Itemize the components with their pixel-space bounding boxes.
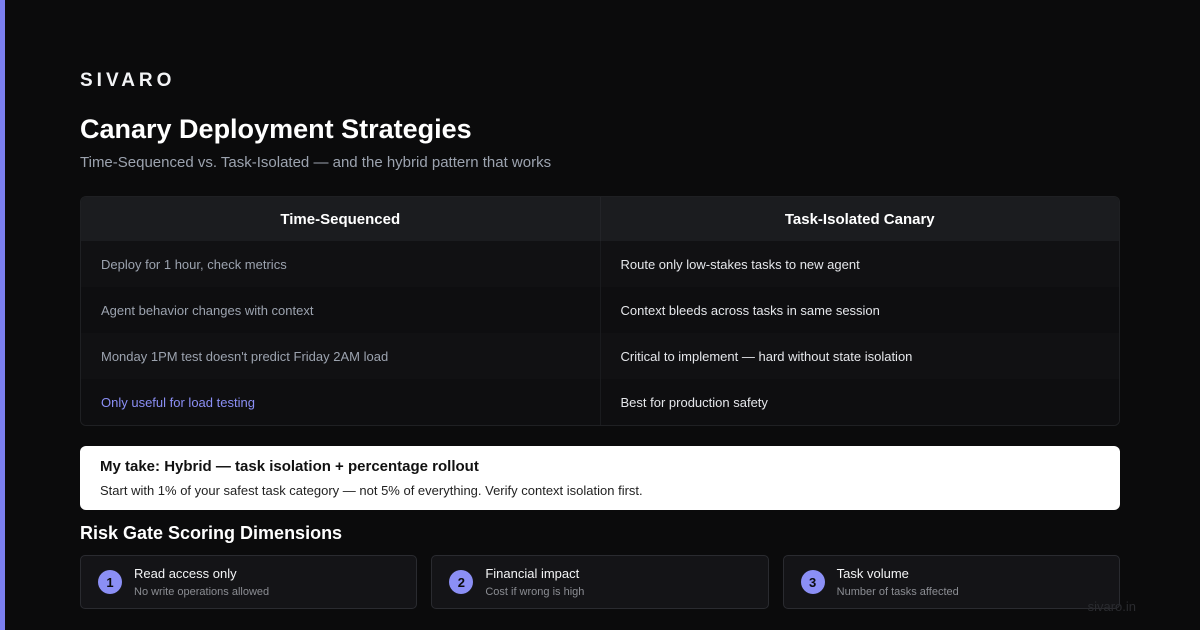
table-row: Deploy for 1 hour, check metrics Route o… [81,241,1119,287]
table-cell-time-sequenced: Monday 1PM test doesn't predict Friday 2… [101,348,389,364]
column-header-task-isolated: Task-Isolated Canary [599,197,1120,241]
table-cell-task-isolated: Route only low-stakes tasks to new agent [599,241,1120,287]
my-take-callout: My take: Hybrid — task isolation + perce… [80,446,1120,510]
risk-card-task-volume: 3 Task volume Number of tasks affected [782,555,1120,609]
table-row: Agent behavior changes with context Cont… [81,287,1119,333]
table-cell-task-isolated: Best for production safety [599,379,1120,425]
page-title: Canary Deployment Strategies [80,114,472,144]
card-title: Read access only [134,566,237,581]
risk-gate-cards: 1 Read access only No write operations a… [80,555,1120,609]
my-take-title: My take: Hybrid — task isolation + perce… [100,458,479,475]
table-cell-time-sequenced: Only useful for load testing [101,394,255,410]
card-title: Financial impact [485,566,580,581]
table-cell-time-sequenced: Deploy for 1 hour, check metrics [101,256,287,272]
table-cell-task-isolated: Context bleeds across tasks in same sess… [599,287,1120,333]
column-header-time-sequenced: Time-Sequenced [280,210,401,228]
card-subtitle: Cost if wrong is high [485,586,585,598]
footer-domain-watermark: sivaro.in [1087,599,1136,614]
page-subtitle: Time-Sequenced vs. Task-Isolated — and t… [80,154,552,171]
risk-gate-section-title: Risk Gate Scoring Dimensions [80,523,343,543]
table-cell-time-sequenced: Agent behavior changes with context [101,302,314,318]
table-row: Monday 1PM test doesn't predict Friday 2… [81,333,1119,379]
comparison-header-row: Time-Sequenced Task-Isolated Canary [81,197,1119,241]
my-take-body: Start with 1% of your safest task catego… [100,483,643,498]
card-number-badge: 1 [98,570,122,594]
table-cell-task-isolated: Critical to implement — hard without sta… [599,333,1120,379]
brand-logo: SIVARO [80,70,176,91]
card-title: Task volume [836,566,909,581]
card-subtitle: No write operations allowed [134,586,270,598]
table-row: Only useful for load testing Best for pr… [81,379,1119,425]
card-number-badge: 2 [449,570,474,594]
accent-bar [0,0,5,630]
comparison-table: Time-Sequenced Task-Isolated Canary Depl… [80,196,1120,426]
risk-card-financial-impact: 2 Financial impact Cost if wrong is high [431,555,769,609]
card-subtitle: Number of tasks affected [836,586,959,598]
risk-card-read-access: 1 Read access only No write operations a… [80,555,418,609]
card-number-badge: 3 [800,570,825,594]
